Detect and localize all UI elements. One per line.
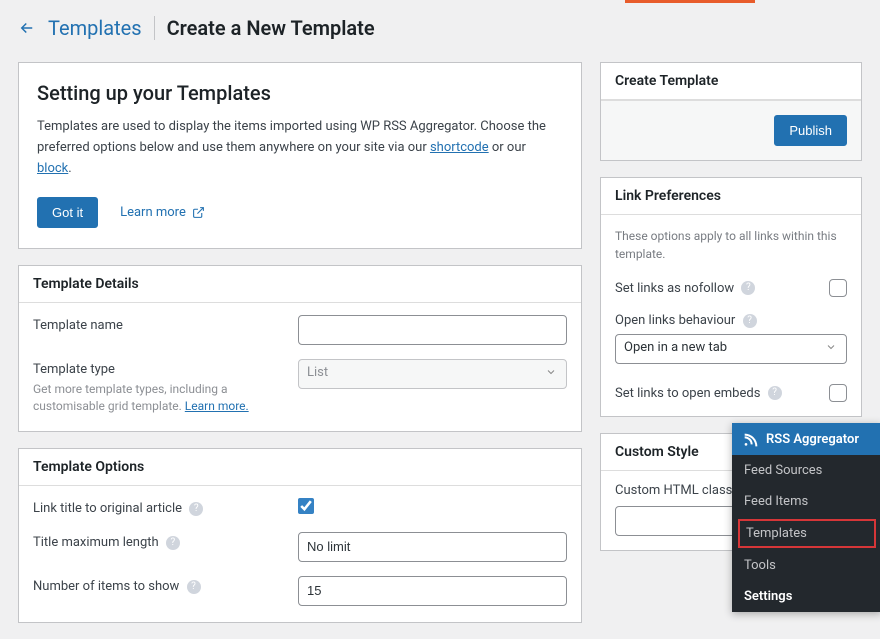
num-items-input[interactable] — [298, 576, 567, 606]
template-type-select[interactable]: List — [298, 359, 567, 389]
page-header: Templates Create a New Template — [0, 6, 880, 52]
template-type-sub: Get more template types, including a cus… — [33, 381, 263, 415]
help-icon[interactable]: ? — [743, 314, 757, 328]
intro-text-mid: or our — [489, 140, 526, 155]
nofollow-checkbox[interactable] — [829, 279, 847, 297]
link-title-checkbox[interactable] — [298, 498, 314, 514]
link-preferences-panel: Link Preferences These options apply to … — [600, 177, 862, 417]
title-max-label: Title maximum length — [33, 535, 159, 550]
link-preferences-header: Link Preferences — [601, 178, 861, 215]
template-name-input[interactable] — [298, 315, 567, 345]
admin-menu-item-templates[interactable]: Templates — [738, 519, 876, 548]
got-it-button[interactable]: Got it — [37, 197, 98, 228]
admin-menu-item-tools[interactable]: Tools — [732, 550, 880, 581]
template-type-learn-more-link[interactable]: Learn more. — [185, 399, 249, 413]
create-template-panel: Create Template Publish — [600, 62, 862, 161]
open-embeds-label: Set links to open embeds — [615, 386, 760, 401]
nofollow-label: Set links as nofollow — [615, 281, 734, 296]
template-options-panel: Template Options Link title to original … — [18, 448, 582, 623]
help-icon[interactable]: ? — [189, 502, 203, 516]
help-icon[interactable]: ? — [741, 281, 755, 295]
template-details-header: Template Details — [19, 266, 581, 303]
title-max-input[interactable] — [298, 532, 567, 562]
open-links-behaviour-label: Open links behaviour — [615, 313, 735, 328]
admin-menu-flyout: RSS Aggregator Feed Sources Feed Items T… — [732, 423, 880, 612]
admin-menu-item-feed-sources[interactable]: Feed Sources — [732, 455, 880, 486]
open-embeds-checkbox[interactable] — [829, 384, 847, 402]
admin-menu-item-settings[interactable]: Settings — [732, 581, 880, 612]
page-title: Create a New Template — [167, 16, 375, 40]
template-options-header: Template Options — [19, 449, 581, 486]
back-arrow-icon[interactable] — [18, 19, 36, 37]
template-type-label: Template type — [33, 362, 115, 377]
breadcrumb-templates-link[interactable]: Templates — [48, 16, 142, 40]
open-links-behaviour-select[interactable]: Open in a new tab — [615, 334, 847, 364]
num-items-label: Number of items to show — [33, 579, 179, 594]
custom-html-class-label: Custom HTML class — [615, 483, 732, 498]
template-details-panel: Template Details Template name Template … — [18, 265, 582, 432]
admin-menu-title: RSS Aggregator — [766, 432, 859, 447]
help-icon[interactable]: ? — [166, 536, 180, 550]
create-template-header: Create Template — [601, 63, 861, 100]
intro-panel: Setting up your Templates Templates are … — [18, 62, 582, 249]
top-bar-orange-segment — [625, 0, 755, 3]
admin-menu-header[interactable]: RSS Aggregator — [732, 423, 880, 455]
publish-button[interactable]: Publish — [774, 115, 847, 146]
intro-title: Setting up your Templates — [37, 81, 563, 105]
rss-icon — [742, 431, 758, 447]
template-name-label: Template name — [33, 318, 123, 333]
breadcrumb-divider — [154, 16, 155, 40]
intro-text: Templates are used to display the items … — [37, 117, 563, 179]
help-icon[interactable]: ? — [768, 386, 782, 400]
link-preferences-subtle: These options apply to all links within … — [601, 215, 861, 271]
external-link-icon — [192, 206, 205, 219]
intro-text-end: . — [68, 161, 71, 176]
top-bar — [0, 0, 880, 6]
admin-menu-item-feed-items[interactable]: Feed Items — [732, 486, 880, 517]
link-title-label: Link title to original article — [33, 501, 182, 516]
shortcode-link[interactable]: shortcode — [430, 140, 489, 155]
learn-more-label: Learn more — [120, 205, 186, 220]
help-icon[interactable]: ? — [187, 580, 201, 594]
learn-more-link[interactable]: Learn more — [120, 205, 205, 220]
block-link[interactable]: block — [37, 161, 68, 176]
